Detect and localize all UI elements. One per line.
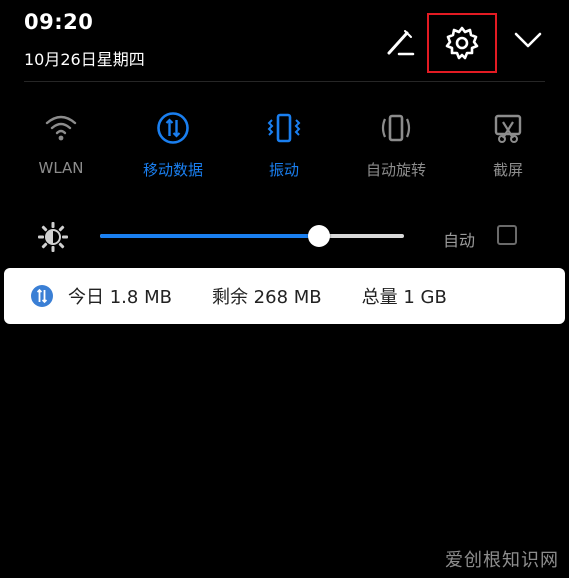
auto-brightness-label: 自动 — [443, 231, 476, 250]
expand-button[interactable] — [508, 22, 548, 58]
data-remaining: 剩余 268 MB — [211, 287, 322, 308]
tile-label: 自动旋转 — [365, 161, 426, 179]
tile-label: WLAN — [38, 159, 84, 177]
edit-icon — [387, 30, 415, 56]
tile-screenshot[interactable]: 截屏 — [458, 106, 558, 186]
tile-label: 截屏 — [492, 161, 523, 179]
brightness-row: 自动 — [0, 216, 569, 256]
chevron-down-icon — [514, 32, 542, 48]
screenshot-icon — [494, 114, 522, 143]
header-divider — [24, 81, 545, 82]
wifi-icon — [45, 115, 77, 141]
data-total: 总量 1 GB — [361, 287, 447, 308]
tile-auto-rotate[interactable]: 自动旋转 — [346, 106, 446, 186]
status-date: 10月26日星期四 — [24, 50, 145, 69]
data-today: 今日 1.8 MB — [68, 287, 172, 308]
tile-wlan[interactable]: WLAN — [11, 106, 111, 186]
tile-label: 振动 — [268, 161, 299, 179]
notification-shade: 09:20 10月26日星期四 WLAN 移动数据 振动 自动旋转 截屏 自动 … — [0, 0, 569, 578]
edit-button[interactable] — [380, 22, 420, 62]
vibrate-icon — [267, 113, 301, 143]
status-time: 09:20 — [24, 10, 94, 34]
mobile-data-icon — [157, 112, 189, 144]
data-usage-card[interactable]: 今日 1.8 MB 剩余 268 MB 总量 1 GB — [4, 268, 565, 324]
mobile-data-icon — [30, 284, 54, 308]
brightness-slider-thumb[interactable] — [307, 225, 330, 247]
auto-rotate-icon — [381, 114, 411, 142]
settings-icon — [445, 26, 479, 60]
tile-mobile-data[interactable]: 移动数据 — [123, 106, 223, 186]
brightness-icon — [38, 222, 68, 252]
quick-settings-tiles: WLAN 移动数据 振动 自动旋转 截屏 — [0, 106, 569, 186]
brightness-slider[interactable] — [100, 225, 404, 247]
watermark: 爱创根知识网 — [445, 550, 559, 571]
auto-brightness-checkbox[interactable] — [497, 225, 517, 245]
brightness-slider-fill — [100, 234, 319, 238]
tile-label: 移动数据 — [142, 161, 203, 179]
tile-vibrate[interactable]: 振动 — [234, 106, 334, 186]
settings-button[interactable] — [427, 13, 497, 73]
